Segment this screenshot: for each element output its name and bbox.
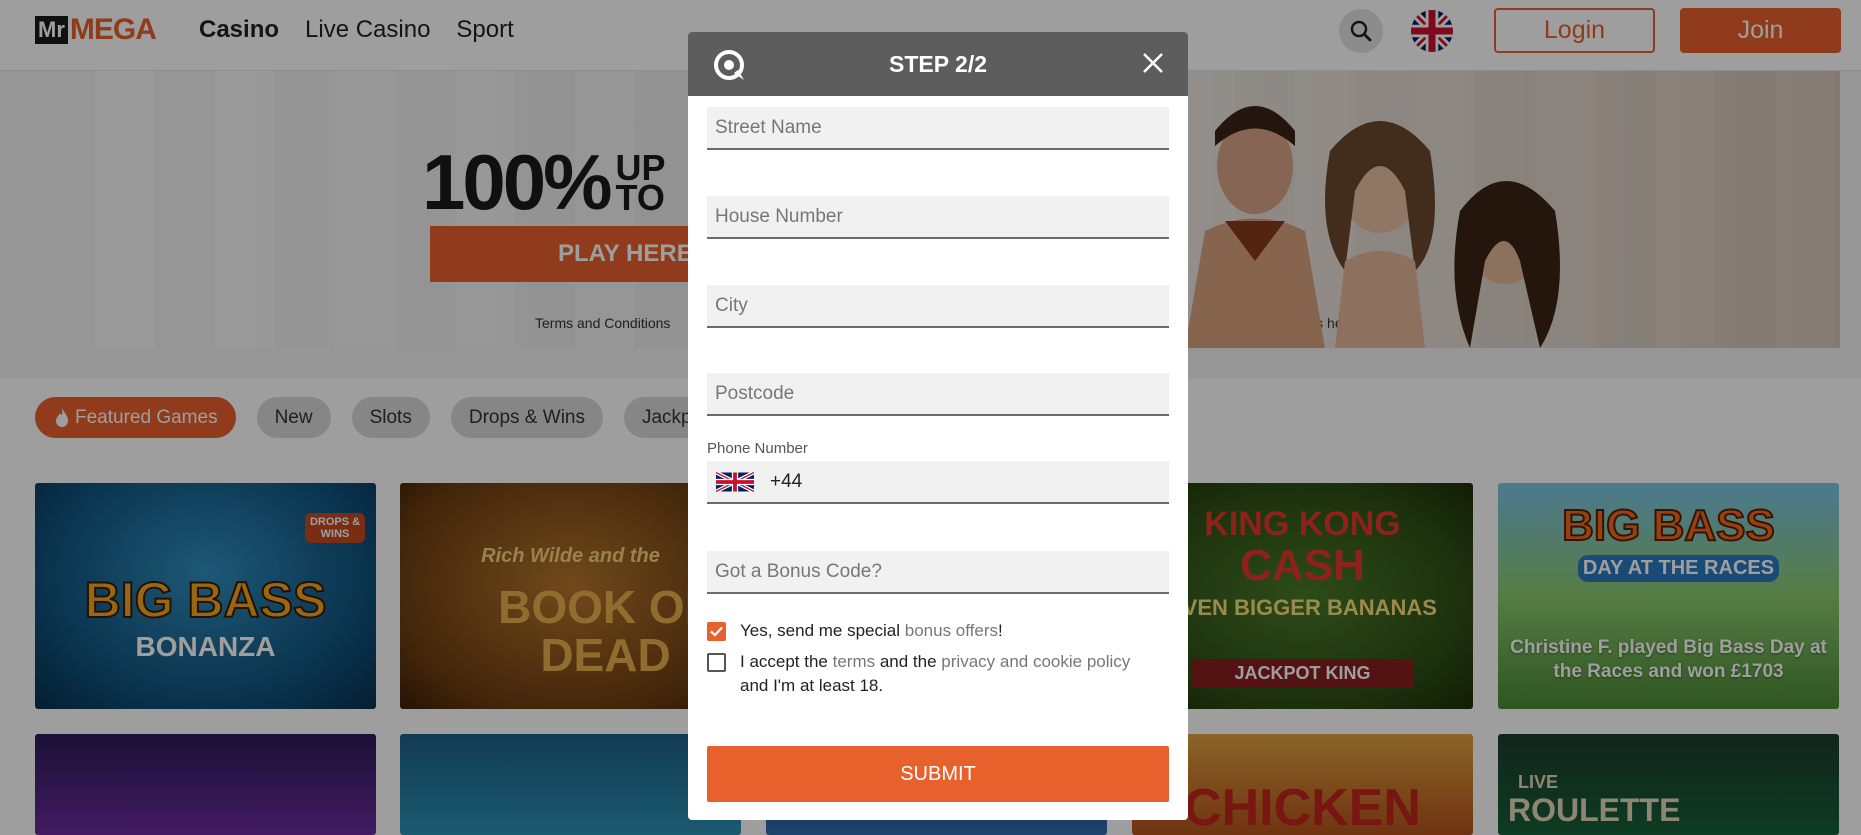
terms-text: I accept the	[740, 652, 833, 671]
phone-number-label: Phone Number	[707, 440, 808, 457]
privacy-policy-link[interactable]: privacy and cookie policy	[941, 652, 1130, 671]
checkmark-icon	[710, 626, 723, 637]
house-number-input[interactable]	[707, 196, 1169, 237]
modal-title: STEP 2/2	[888, 51, 988, 77]
close-icon[interactable]	[1138, 48, 1168, 78]
street-name-field[interactable]	[707, 107, 1169, 150]
bonus-offers-link[interactable]: bonus offers	[905, 621, 998, 640]
postcode-field[interactable]	[707, 373, 1169, 416]
bonus-offers-row: Yes, send me special bonus offers!	[707, 619, 1003, 643]
terms-checkbox[interactable]	[707, 653, 726, 672]
submit-button[interactable]: SUBMIT	[707, 746, 1169, 802]
terms-row: I accept the terms and the privacy and c…	[707, 650, 1169, 698]
terms-text-mid: and the	[875, 652, 942, 671]
registration-modal: STEP 2/2 Phone Number Yes, send	[688, 32, 1188, 820]
city-input[interactable]	[707, 285, 1169, 326]
age-text: and I'm at least 18.	[740, 676, 884, 695]
phone-number-input[interactable]	[754, 461, 1169, 502]
postcode-input[interactable]	[707, 373, 1169, 414]
city-field[interactable]	[707, 285, 1169, 328]
terms-label: I accept the terms and the privacy and c…	[740, 650, 1130, 698]
offers-text: Yes, send me special	[740, 621, 905, 640]
offers-text-end: !	[998, 621, 1003, 640]
street-name-input[interactable]	[707, 107, 1169, 148]
terms-link[interactable]: terms	[833, 652, 876, 671]
bonus-offers-checkbox[interactable]	[707, 622, 726, 641]
bonus-offers-label: Yes, send me special bonus offers!	[740, 619, 1003, 643]
bonus-code-field[interactable]	[707, 551, 1169, 594]
house-number-field[interactable]	[707, 196, 1169, 239]
modal-header: STEP 2/2	[688, 32, 1188, 96]
uk-flag-icon[interactable]	[716, 469, 754, 495]
phone-number-field[interactable]	[707, 461, 1169, 504]
bonus-code-input[interactable]	[707, 551, 1169, 592]
